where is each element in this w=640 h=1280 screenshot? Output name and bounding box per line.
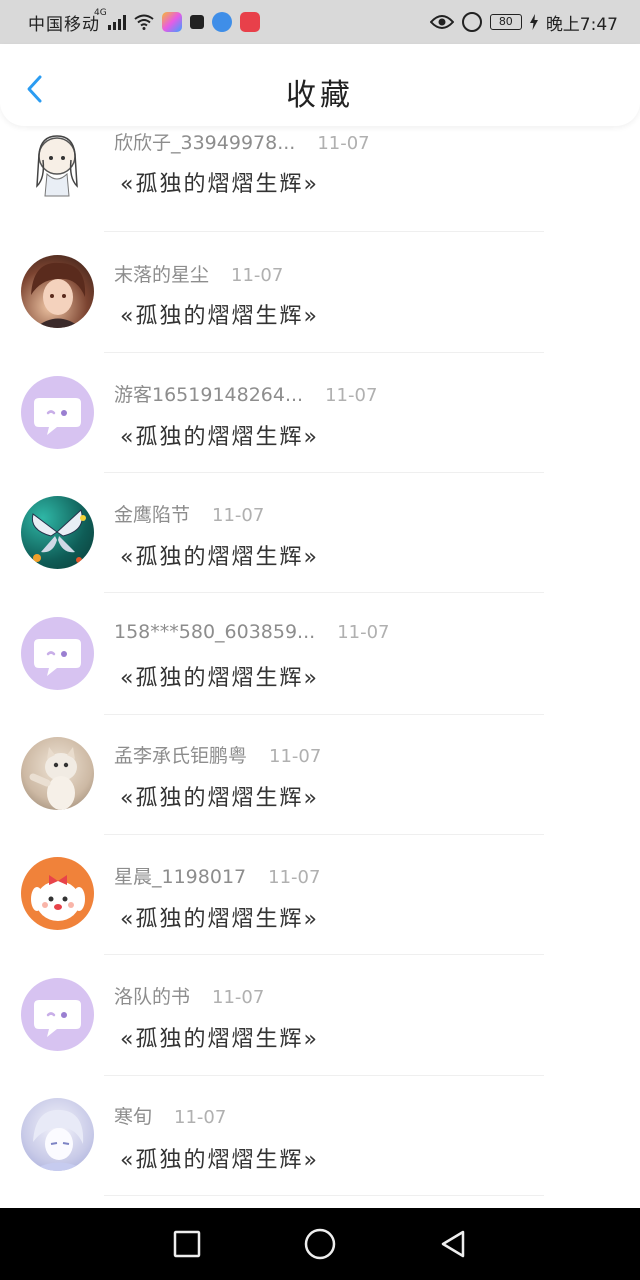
chat-bubble-icon — [34, 398, 81, 435]
favorites-list: 欣欣子_33949978... 11-07 «孤独的熠熠生辉» 末落的星尘 11-0… — [0, 126, 640, 1206]
book-title: «孤独的熠熠生辉» — [120, 666, 319, 691]
avatar — [21, 496, 94, 569]
system-nav-bar — [0, 1208, 640, 1280]
app-header: 收藏 — [0, 44, 640, 126]
avatar — [21, 126, 94, 199]
book-title: «孤独的熠熠生辉» — [120, 172, 319, 197]
battery-icon: 80 — [489, 14, 522, 30]
list-item[interactable]: 金鹰陷节 11-07 «孤独的熠熠生辉» — [0, 474, 640, 594]
user-name: 游客16519148264... — [114, 384, 304, 406]
alarm-icon — [461, 12, 482, 32]
date: 11-07 — [269, 746, 322, 767]
recent-apps-button[interactable] — [167, 1224, 207, 1264]
carrier-label: 中国移动 — [28, 14, 100, 35]
book-title: «孤独的熠熠生辉» — [120, 786, 319, 811]
network-type: 4G — [94, 8, 107, 18]
divider — [104, 231, 544, 232]
user-name: 孟李承氏钜鹏粤 — [114, 745, 248, 767]
book-title: «孤独的熠熠生辉» — [120, 907, 319, 932]
user-name: 寒旬 — [114, 1106, 153, 1128]
book-title: «孤独的熠熠生辉» — [120, 425, 319, 450]
user-name: 星晨_1198017 — [114, 866, 247, 888]
avatar — [21, 1098, 94, 1171]
book-title: «孤独的熠熠生辉» — [120, 1027, 319, 1052]
clock: 晚上7:47 — [545, 14, 618, 35]
girl-illustration — [36, 135, 78, 197]
avatar — [21, 376, 94, 449]
chat-bubble-icon — [34, 639, 81, 676]
list-item[interactable]: 游客16519148264... 11-07 «孤独的熠熠生辉» — [0, 354, 640, 474]
avatar — [21, 617, 94, 690]
divider — [104, 592, 544, 593]
app-notification-icon — [240, 12, 260, 32]
status-bar: 中国移动 4G 80 晚上7:47 — [0, 0, 640, 44]
list-item[interactable]: 星晨_1198017 11-07 «孤独的熠熠生辉» — [0, 834, 640, 955]
date: 11-07 — [337, 622, 390, 643]
date: 11-07 — [212, 987, 265, 1008]
avatar — [21, 255, 94, 328]
avatar — [21, 737, 94, 810]
divider — [104, 352, 544, 353]
list-item[interactable]: 洛队的书 11-07 «孤独的熠熠生辉» — [0, 954, 640, 1076]
eye-icon — [429, 15, 454, 29]
book-title: «孤独的熠熠生辉» — [120, 545, 319, 570]
app-notification-icon — [162, 12, 182, 32]
avatar — [21, 857, 94, 930]
divider — [104, 1195, 544, 1196]
back-button[interactable] — [433, 1224, 473, 1264]
avatar — [21, 978, 94, 1051]
dog-illustration — [31, 875, 85, 921]
square-icon — [173, 1230, 200, 1258]
circle-icon — [304, 1228, 336, 1260]
user-name: 末落的星尘 — [114, 264, 210, 286]
cat-illustration — [29, 747, 77, 810]
butterfly-illustration — [31, 509, 86, 563]
date: 11-07 — [325, 385, 378, 406]
signal-icon: 4G — [94, 8, 126, 30]
page-title: 收藏 — [286, 78, 354, 113]
triangle-back-icon — [442, 1230, 465, 1258]
charging-icon — [529, 14, 538, 30]
list-item[interactable]: 158***580_603859... 11-07 «孤独的熠熠生辉» — [0, 594, 640, 715]
date: 11-07 — [231, 265, 284, 286]
date: 11-07 — [212, 505, 265, 526]
date: 11-07 — [317, 133, 370, 154]
home-button[interactable] — [300, 1224, 340, 1264]
app-notification-icon — [212, 12, 232, 32]
date: 11-07 — [268, 867, 321, 888]
user-name: 158***580_603859... — [114, 621, 316, 643]
user-name: 洛队的书 — [114, 986, 191, 1008]
list-item[interactable]: 末落的星尘 11-07 «孤独的熠熠生辉» — [0, 234, 640, 354]
book-title: «孤独的熠熠生辉» — [120, 304, 319, 329]
divider — [104, 472, 544, 473]
list-item[interactable]: 寒旬 11-07 «孤独的熠熠生辉» — [0, 1074, 640, 1196]
boy-illustration — [31, 262, 86, 328]
app-notification-icon — [190, 15, 204, 29]
list-item[interactable]: 欣欣子_33949978... 11-07 «孤独的熠熠生辉» — [0, 126, 640, 234]
user-name: 金鹰陷节 — [114, 504, 191, 526]
book-title: «孤独的熠熠生辉» — [120, 1148, 319, 1173]
date: 11-07 — [174, 1107, 227, 1128]
wifi-icon — [134, 14, 154, 30]
user-name: 欣欣子_33949978... — [114, 132, 296, 154]
anime-character-illustration — [31, 1109, 87, 1171]
chat-bubble-icon — [34, 1000, 81, 1037]
list-item[interactable]: 孟李承氏钜鹏粤 11-07 «孤独的熠熠生辉» — [0, 714, 640, 835]
